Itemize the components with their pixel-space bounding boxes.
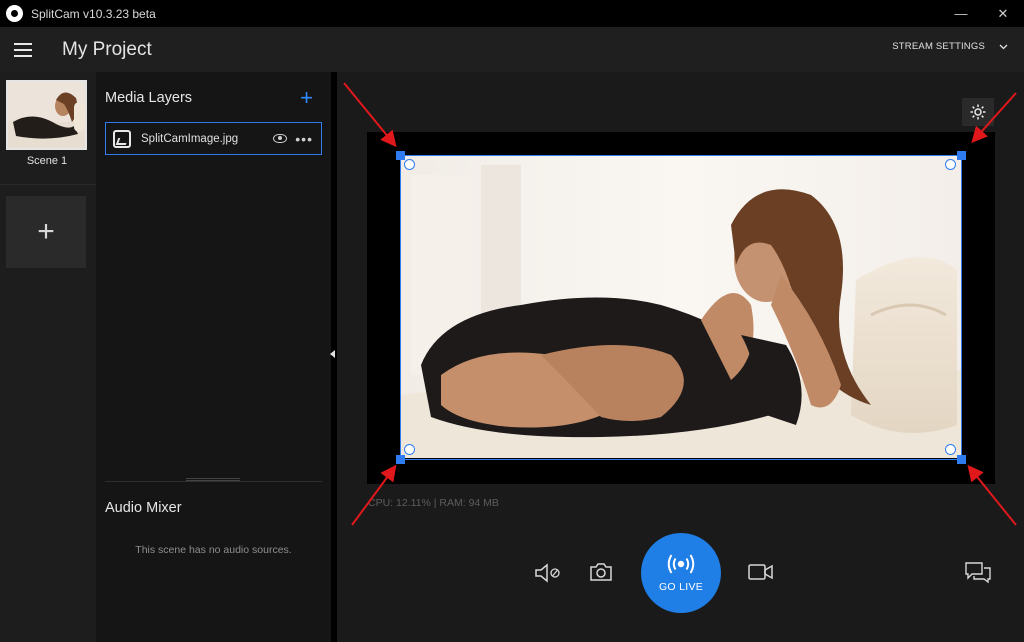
go-live-label: GO LIVE [658, 581, 704, 593]
camera-snapshot-icon[interactable] [589, 561, 613, 583]
stream-settings-button[interactable]: STREAM SETTINGS [892, 41, 1008, 52]
resize-handle-top-left[interactable] [396, 151, 405, 160]
minimize-button[interactable]: — [940, 0, 982, 27]
selection-frame [400, 155, 962, 460]
app-header: My Project STREAM SETTINGS [0, 27, 1024, 72]
divider [105, 481, 322, 482]
hamburger-menu-icon[interactable] [14, 42, 32, 57]
crop-handle-top-right[interactable] [945, 159, 956, 170]
resize-handle-bottom-right[interactable] [957, 455, 966, 464]
video-camera-icon[interactable] [747, 562, 775, 582]
chat-icon[interactable] [964, 560, 992, 584]
window-controls: — ✕ [940, 0, 1024, 27]
go-live-button[interactable]: GO LIVE [641, 533, 721, 613]
layer-item[interactable]: SplitCamImage.jpg ••• [105, 122, 322, 155]
scene-label: Scene 1 [26, 155, 68, 167]
brightness-button[interactable] [962, 98, 994, 126]
resize-handle-top-right[interactable] [957, 151, 966, 160]
performance-stats: CPU: 12.11% | RAM: 94 MB [368, 497, 499, 509]
add-layer-button[interactable]: + [300, 85, 313, 111]
title-bar: SplitCam v10.3.23 beta — ✕ [0, 0, 1024, 27]
sun-icon [970, 104, 986, 120]
plus-icon: + [37, 215, 55, 248]
scene-thumbnail [6, 80, 87, 150]
crop-handle-bottom-left[interactable] [404, 444, 415, 455]
audio-empty-message: This scene has no audio sources. [135, 544, 292, 556]
close-button[interactable]: ✕ [982, 0, 1024, 27]
layers-panel: Media Layers + SplitCamImage.jpg ••• Aud… [96, 72, 331, 642]
layer-name: SplitCamImage.jpg [141, 132, 239, 145]
crop-handle-top-left[interactable] [404, 159, 415, 170]
eye-icon[interactable] [273, 134, 288, 143]
audio-mixer-title: Audio Mixer [105, 500, 182, 516]
media-layers-title: Media Layers [105, 90, 193, 106]
stream-settings-label: STREAM SETTINGS [892, 41, 985, 52]
scenes-panel: Scene 1 + [0, 72, 96, 642]
window-title: SplitCam v10.3.23 beta [31, 6, 156, 21]
more-options-icon[interactable]: ••• [295, 132, 313, 146]
divider [0, 184, 96, 185]
project-title: My Project [62, 38, 152, 60]
crop-handle-bottom-right[interactable] [945, 444, 956, 455]
chevron-down-icon [999, 44, 1008, 49]
scene-card[interactable]: Scene 1 [6, 80, 88, 180]
mute-audio-icon[interactable] [533, 562, 563, 584]
image-icon [113, 129, 131, 148]
app-logo-icon [6, 5, 23, 22]
collapse-arrow-icon[interactable] [330, 350, 335, 358]
resize-handle-bottom-left[interactable] [396, 455, 405, 464]
broadcast-icon [667, 554, 695, 574]
scene-thumbnail-image [8, 82, 85, 148]
add-scene-button[interactable]: + [6, 196, 86, 268]
